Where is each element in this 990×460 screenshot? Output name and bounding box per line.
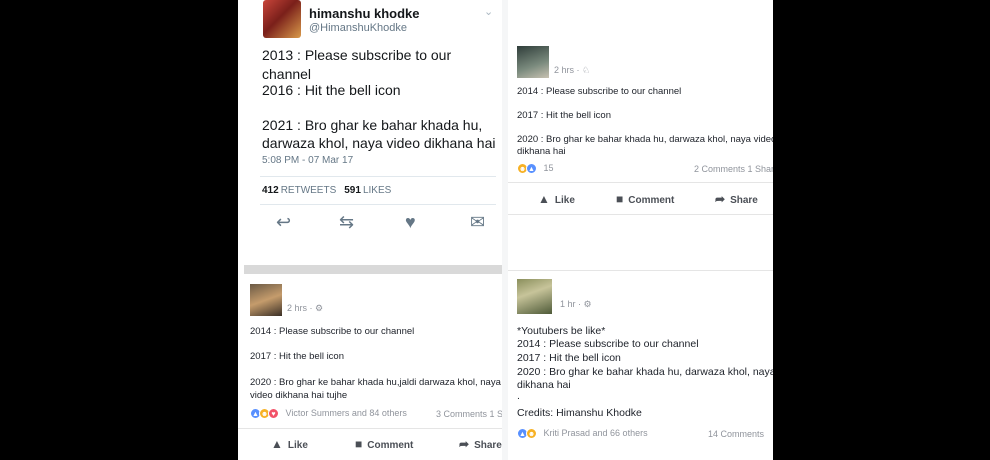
tweet-text-line: 2016 : Hit the bell icon: [262, 82, 401, 98]
tweet-author-name[interactable]: himanshu khodke: [309, 6, 420, 21]
avatar[interactable]: [250, 284, 282, 316]
share-label: Share: [474, 440, 502, 451]
like-label: Like: [287, 440, 308, 451]
like-count[interactable]: 591: [344, 185, 361, 196]
comment-share-counts[interactable]: 3 Comments 1 Share: [436, 409, 502, 419]
avatar[interactable]: [263, 0, 301, 38]
meme-collage: himanshu khodke @HimanshuKhodke ⌄ 2013 :…: [238, 0, 773, 460]
post-meta: 1 hr · ⚙: [560, 299, 592, 310]
avatar[interactable]: [517, 279, 552, 314]
comment-share-counts[interactable]: 2 Comments 1 Share: [694, 164, 773, 174]
post-text-line: 2017 : Hit the bell icon: [517, 110, 612, 121]
post-text-line: 2020 : Bro ghar ke bahar khada hu, darwa…: [517, 134, 773, 145]
retweet-icon[interactable]: ⇆: [339, 212, 354, 233]
like-button[interactable]: ▲ Like: [271, 437, 308, 451]
post-text-line: dikhana hai: [517, 379, 571, 391]
tweet-timestamp[interactable]: 5:08 PM - 07 Mar 17: [262, 155, 353, 166]
fb-post: 2 hrs · ⚙ 2014 : Please subscribe to our…: [238, 276, 502, 460]
comment-label: Comment: [367, 440, 414, 451]
post-text-line: 2017 : Hit the bell icon: [517, 352, 621, 364]
share-icon: ➦: [715, 192, 726, 206]
comment-icon: ■: [355, 437, 363, 451]
tweet-action-bar: ↩ ⇆ ♥ ✉: [238, 212, 502, 236]
post-text-line: dikhana hai: [517, 146, 566, 157]
chevron-down-icon[interactable]: ⌄: [484, 5, 493, 18]
post-text-line: 2017 : Hit the bell icon: [250, 351, 345, 362]
tweet-text-line: darwaza khol, naya video dikhana hai: [262, 135, 496, 151]
reaction-names: Victor Summers and 84 others: [285, 408, 407, 418]
tweet-card: himanshu khodke @HimanshuKhodke ⌄ 2013 :…: [238, 0, 502, 262]
share-icon: ➦: [459, 437, 470, 451]
post-meta: 2 hrs · ⚙: [287, 303, 323, 314]
post-text-line: 2020 : Bro ghar ke bahar khada hu,jaldi …: [250, 377, 501, 388]
comment-button[interactable]: ■ Comment: [355, 437, 413, 451]
retweet-label: RETWEETS: [280, 185, 337, 196]
comment-icon: ■: [616, 192, 624, 206]
haha-reaction-icon: ☻: [526, 428, 537, 440]
post-time[interactable]: 2 hrs ·: [554, 65, 582, 75]
comment-count[interactable]: 14 Comments: [708, 429, 764, 439]
divider: [260, 204, 496, 205]
comment-button[interactable]: ■ Comment: [616, 192, 674, 206]
reply-icon[interactable]: ↩: [276, 212, 291, 233]
post-text-line: .: [517, 390, 520, 402]
tweet-stats: 412 RETWEETS 591 LIKES: [262, 185, 391, 196]
share-button[interactable]: ➦ Share: [715, 192, 758, 206]
reactions-summary[interactable]: ▲ ☻ Kriti Prasad and 66 others: [517, 428, 648, 440]
heart-icon[interactable]: ♥: [405, 212, 416, 233]
divider: [238, 428, 502, 429]
globe-icon: ⚙: [315, 303, 324, 313]
divider: [508, 270, 773, 271]
like-reaction-icon: ▲: [526, 163, 537, 175]
tweet-text-line: 2021 : Bro ghar ke bahar khada hu,: [262, 117, 483, 133]
reactions-summary[interactable]: ☻ ▲ 15: [517, 163, 554, 175]
divider: [244, 265, 502, 274]
share-label: Share: [730, 195, 758, 206]
like-button[interactable]: ▲ Like: [538, 192, 575, 206]
fb-post: 1 hr · ⚙ *Youtubers be like* 2014 : Plea…: [508, 270, 773, 460]
thumbs-up-icon: ▲: [538, 192, 550, 206]
message-icon[interactable]: ✉: [470, 212, 485, 233]
reaction-names: Kriti Prasad and 66 others: [543, 428, 648, 438]
post-meta: 2 hrs · ♘: [554, 65, 590, 76]
retweet-count[interactable]: 412: [262, 185, 279, 196]
reaction-count: 15: [543, 163, 554, 173]
post-text-line: *Youtubers be like*: [517, 325, 606, 337]
thumbs-up-icon: ▲: [271, 437, 283, 451]
post-text-line: 2020 : Bro ghar ke bahar khada hu, darwa…: [517, 366, 773, 378]
comment-label: Comment: [628, 195, 675, 206]
divider: [508, 182, 773, 183]
like-label: LIKES: [362, 185, 392, 196]
tweet-text-line: 2013 : Please subscribe to our channel: [262, 47, 452, 82]
post-text-line: video dikhana hai tujhe: [250, 390, 348, 401]
tweet-author-handle[interactable]: @HimanshuKhodke: [309, 22, 407, 34]
post-time[interactable]: 2 hrs ·: [287, 303, 315, 313]
globe-icon: ⚙: [583, 299, 592, 309]
share-button[interactable]: ➦ Share: [459, 437, 502, 451]
avatar[interactable]: [517, 46, 549, 78]
post-text-line: 2014 : Please subscribe to our channel: [517, 338, 699, 350]
like-label: Like: [554, 195, 575, 206]
divider: [508, 214, 773, 215]
fb-post: 2 hrs · ♘ 2014 : Please subscribe to our…: [508, 42, 773, 242]
audience-icon: ♘: [582, 65, 591, 75]
love-reaction-icon: ♥: [268, 408, 279, 420]
post-time[interactable]: 1 hr ·: [560, 299, 584, 309]
post-text-line: Credits: Himanshu Khodke: [517, 407, 642, 419]
post-text-line: 2014 : Please subscribe to our channel: [250, 326, 415, 337]
post-text-line: 2014 : Please subscribe to our channel: [517, 86, 682, 97]
reactions-summary[interactable]: ▲ ☻ ♥ Victor Summers and 84 others: [250, 408, 407, 420]
divider: [260, 176, 496, 177]
